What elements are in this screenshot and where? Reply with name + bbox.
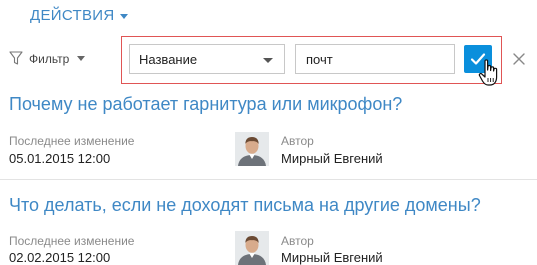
chevron-down-icon [120,14,129,19]
funnel-icon [9,51,23,65]
page: ДЕЙСТВИЯ Фильтр Название Почему не работ… [0,0,537,265]
article-title-link[interactable]: Что делать, если не доходят письма на др… [9,195,481,216]
chevron-down-icon [263,58,273,63]
modified-label: Последнее изменение [9,234,135,248]
modified-value: 02.02.2015 12:00 [9,250,111,265]
filter-search-input[interactable] [295,44,455,74]
author-avatar [235,231,269,265]
close-icon[interactable] [511,51,527,67]
actions-menu-button[interactable]: ДЕЙСТВИЯ [30,7,129,24]
hand-cursor-icon [478,59,498,86]
actions-label: ДЕЙСТВИЯ [30,7,115,24]
filter-toggle-button[interactable]: Фильтр [9,51,86,66]
modified-value: 05.01.2015 12:00 [9,151,111,166]
author-label: Автор [281,234,314,248]
modified-label: Последнее изменение [9,134,135,148]
author-name: Мирный Евгений [281,250,383,265]
person-icon [235,231,269,265]
filter-field-select[interactable]: Название [129,44,285,74]
person-icon [235,132,269,166]
divider [0,179,537,180]
author-name: Мирный Евгений [281,151,383,166]
filter-field-select-value: Название [139,51,198,67]
author-label: Автор [281,134,314,148]
author-avatar [235,132,269,166]
filter-toggle-label: Фильтр [29,51,70,66]
article-title-link[interactable]: Почему не работает гарнитура или микрофо… [9,94,402,115]
chevron-down-icon [77,56,86,61]
